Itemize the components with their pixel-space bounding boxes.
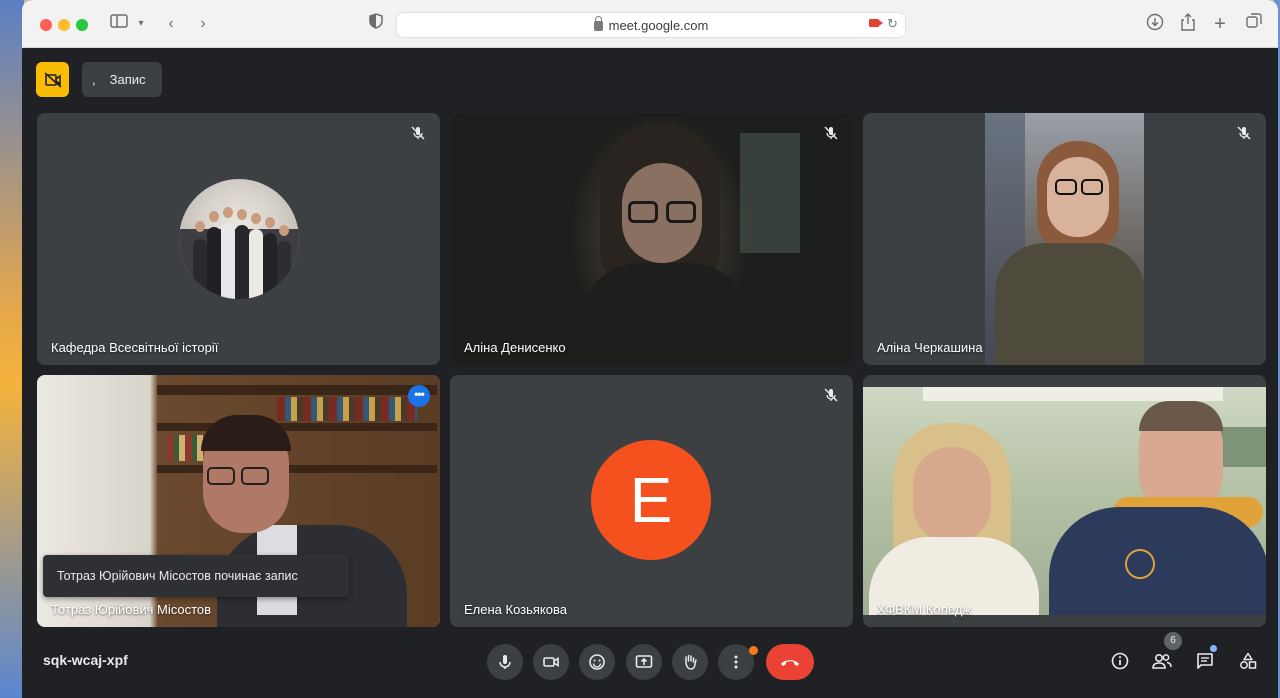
lock-icon (593, 16, 603, 31)
chevron-down-icon[interactable]: ▾ (130, 13, 152, 35)
participant-name: Аліна Черкашина (877, 340, 983, 355)
back-icon[interactable]: ‹ (160, 13, 182, 35)
participant-video (450, 113, 853, 365)
recording-chip-prefix: , (92, 72, 96, 87)
people-icon (1152, 653, 1172, 669)
present-screen-icon (635, 655, 653, 668)
recording-chip[interactable]: , Запис (82, 62, 162, 97)
mic-off-icon (410, 125, 426, 141)
new-tab-icon[interactable]: + (1209, 13, 1231, 35)
browser-window: ▾ ‹ › meet.google.com ↻ + , Запис Кафедр… (22, 0, 1278, 698)
chat-notification-dot (1210, 645, 1217, 652)
participant-count-badge: 6 (1164, 632, 1182, 650)
mic-off-icon (823, 125, 839, 141)
sidebar-icon[interactable] (108, 13, 130, 35)
more-options-button[interactable]: ••• (408, 385, 430, 407)
camera-button[interactable] (533, 644, 569, 680)
avatar (179, 179, 299, 299)
privacy-shield-icon[interactable] (365, 13, 387, 35)
meeting-code: sqk-wcaj-xpf (43, 652, 128, 668)
hand-icon (685, 654, 697, 670)
people-button[interactable] (1151, 650, 1173, 672)
meeting-info-button[interactable] (1109, 650, 1131, 672)
participant-tile[interactable]: Аліна Денисенко (450, 113, 853, 365)
camera-in-use-icon[interactable] (869, 19, 883, 27)
reactions-button[interactable] (579, 644, 615, 680)
chat-button[interactable] (1194, 650, 1216, 672)
participant-video (985, 113, 1144, 365)
participant-tile[interactable]: ••• Тотраз Юрійович Місостов починає зап… (37, 375, 440, 627)
reload-icon[interactable]: ↻ (887, 16, 898, 32)
mic-off-icon (1236, 125, 1252, 141)
participant-name: Кафедра Всесвітньої історії (51, 340, 219, 355)
downloads-icon[interactable] (1144, 13, 1166, 35)
forward-icon[interactable]: › (192, 13, 214, 35)
mic-button[interactable] (487, 644, 523, 680)
hang-up-icon (781, 660, 799, 666)
participant-video (863, 387, 1266, 615)
address-bar[interactable]: meet.google.com ↻ (396, 12, 906, 38)
participant-tile[interactable]: Кафедра Всесвітньої історії (37, 113, 440, 365)
recording-indicator[interactable] (36, 62, 69, 97)
mic-icon (499, 655, 511, 669)
recording-chip-label: Запис (109, 72, 146, 87)
info-icon (1111, 652, 1129, 670)
mic-off-icon (823, 387, 839, 403)
participant-tile[interactable]: E Елена Козьякова (450, 375, 853, 627)
participant-name: ХФВКМ Коледж (877, 602, 972, 617)
participant-tile[interactable]: ХФВКМ Коледж (863, 375, 1266, 627)
close-window-button[interactable] (40, 19, 52, 31)
recording-icon (43, 71, 62, 88)
participant-name: Тотраз Юрійович Місостов (51, 602, 212, 617)
emoji-icon (589, 654, 605, 670)
present-button[interactable] (626, 644, 662, 680)
avatar: E (591, 440, 711, 560)
desktop-background (0, 0, 24, 698)
share-icon[interactable] (1177, 13, 1199, 35)
zoom-window-button[interactable] (76, 19, 88, 31)
tab-overview-icon[interactable] (1243, 13, 1265, 35)
leave-call-button[interactable] (766, 644, 814, 680)
minimize-window-button[interactable] (58, 19, 70, 31)
notification-dot (749, 646, 758, 655)
participant-name: Елена Козьякова (464, 602, 567, 617)
chat-icon (1197, 653, 1213, 669)
browser-toolbar: ▾ ‹ › meet.google.com ↻ + (22, 0, 1278, 48)
participant-tile[interactable]: Аліна Черкашина (863, 113, 1266, 365)
camera-icon (543, 657, 559, 667)
activities-icon (1240, 652, 1257, 669)
more-vert-icon (734, 655, 738, 669)
raise-hand-button[interactable] (672, 644, 708, 680)
url-text: meet.google.com (608, 18, 709, 33)
activities-button[interactable] (1237, 650, 1259, 672)
recording-toast: Тотраз Юрійович Місостов починає запис (43, 555, 349, 597)
participant-name: Аліна Денисенко (464, 340, 566, 355)
